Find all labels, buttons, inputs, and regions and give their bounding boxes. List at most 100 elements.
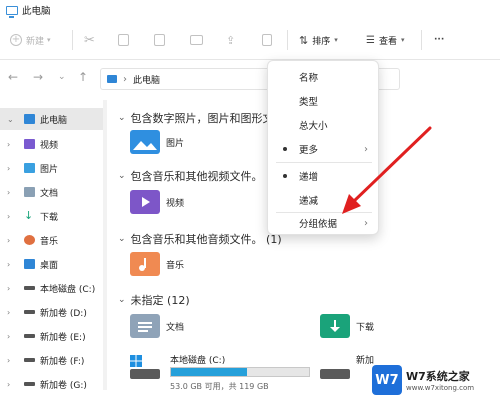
sidebar-item-drive-d[interactable]: › 新加卷 (D:) bbox=[0, 301, 103, 323]
chevron-down-icon: ⌄ bbox=[118, 295, 126, 305]
downloads-folder-icon bbox=[320, 314, 350, 338]
sort-by-type-item[interactable]: 类型 bbox=[268, 89, 380, 113]
sidebar-item-pictures[interactable]: › 图片 bbox=[0, 157, 103, 179]
sidebar-item-label: 视频 bbox=[40, 140, 59, 151]
sidebar-item-label: 新加卷 (G:) bbox=[40, 380, 87, 391]
drive-icon bbox=[24, 310, 35, 314]
sort-by-total-size-item[interactable]: 总大小 bbox=[268, 113, 380, 137]
computer-icon bbox=[6, 5, 18, 18]
computer-icon bbox=[24, 114, 35, 124]
watermark-logo: W7 W7系统之家 www.w7xitong.com bbox=[372, 360, 500, 400]
add-circle-icon: + bbox=[10, 34, 22, 46]
rename-icon bbox=[190, 35, 203, 45]
sort-menu: 名称 类型 总大小 更多 › 递增 递减 分组依据 › bbox=[267, 60, 379, 235]
view-label: 查看 bbox=[378, 36, 397, 47]
menu-item-label: 递减 bbox=[299, 196, 319, 207]
drive-usage-bar bbox=[170, 367, 310, 377]
selected-bullet-icon bbox=[283, 174, 287, 178]
sidebar-item-desktop[interactable]: › 桌面 bbox=[0, 253, 103, 275]
new-button[interactable]: + 新建 ▾ bbox=[10, 31, 51, 49]
group-header-music[interactable]: ⌄ 包含音乐和其他音频文件。 (1) bbox=[118, 231, 282, 247]
folder-label: 视频 bbox=[166, 198, 185, 209]
scissors-icon: ✂ bbox=[84, 32, 95, 48]
sidebar-item-documents[interactable]: › 文档 bbox=[0, 181, 103, 203]
address-row: ← → ⌄ ↑ › 此电脑 bbox=[0, 60, 500, 96]
sidebar-item-drive-f[interactable]: › 新加卷 (F:) bbox=[0, 349, 103, 371]
rename-button[interactable] bbox=[190, 31, 203, 49]
sort-arrows-icon: ⇅ bbox=[299, 33, 309, 47]
share-button[interactable]: ⇪ bbox=[226, 31, 235, 49]
sort-button[interactable]: ⇅ 排序 ▾ bbox=[299, 31, 338, 49]
drive-icon bbox=[24, 358, 35, 362]
picture-icon bbox=[24, 163, 35, 173]
cut-button[interactable]: ✂ bbox=[84, 31, 95, 49]
delete-button[interactable] bbox=[262, 31, 272, 49]
folder-item-music[interactable]: 音乐 bbox=[130, 252, 184, 276]
document-icon bbox=[24, 187, 35, 197]
menu-item-label: 类型 bbox=[299, 97, 319, 108]
toolbar-divider bbox=[421, 30, 422, 50]
drive-icon bbox=[24, 382, 35, 386]
video-icon bbox=[24, 139, 35, 149]
paste-icon bbox=[154, 34, 165, 46]
group-by-item[interactable]: 分组依据 › bbox=[268, 211, 380, 235]
chevron-down-icon: ▾ bbox=[334, 36, 338, 44]
view-list-icon: ☰ bbox=[366, 34, 375, 46]
forward-arrow-icon[interactable]: → bbox=[33, 70, 43, 84]
sidebar-item-this-pc[interactable]: ⌄ 此电脑 bbox=[0, 108, 103, 130]
group-header-label: 包含数字照片，图片和图形文 bbox=[130, 112, 274, 125]
sidebar-item-drive-c[interactable]: › 本地磁盘 (C:) bbox=[0, 277, 103, 299]
view-button[interactable]: ☰ 查看 ▾ bbox=[366, 31, 405, 49]
new-label: 新建 bbox=[26, 36, 45, 47]
folder-label: 图片 bbox=[166, 138, 185, 149]
sort-by-name-item[interactable]: 名称 bbox=[268, 65, 380, 89]
group-header-videos[interactable]: ⌄ 包含音乐和其他视频文件。 bbox=[118, 168, 263, 184]
folder-item-pictures[interactable]: 图片 bbox=[130, 130, 184, 154]
drive-label: 本地磁盘 (C:) bbox=[170, 356, 226, 366]
group-header-unspecified[interactable]: ⌄ 未指定 (12) bbox=[118, 292, 190, 308]
window-title: 此电脑 bbox=[22, 6, 51, 17]
drive-icon bbox=[320, 369, 350, 379]
chevron-right-icon: › bbox=[7, 235, 11, 245]
drive-item-new-volume[interactable]: 新加 bbox=[320, 353, 380, 393]
chevron-right-icon: › bbox=[123, 73, 127, 85]
paste-button[interactable] bbox=[154, 31, 165, 49]
up-arrow-icon[interactable]: ↑ bbox=[78, 70, 88, 84]
chevron-right-icon: › bbox=[7, 259, 11, 269]
sidebar-item-music[interactable]: › 音乐 bbox=[0, 229, 103, 251]
group-header-label: 包含音乐和其他音频文件。 (1) bbox=[130, 233, 282, 246]
group-header-pictures[interactable]: ⌄ 包含数字照片，图片和图形文 bbox=[118, 110, 274, 126]
sidebar-item-label: 音乐 bbox=[40, 236, 59, 247]
more-options-button[interactable]: ··· bbox=[434, 31, 444, 49]
sidebar-item-label: 文档 bbox=[40, 188, 59, 199]
folder-item-downloads[interactable]: 下载 bbox=[320, 314, 374, 338]
group-header-label: 包含音乐和其他视频文件。 bbox=[130, 170, 263, 183]
back-arrow-icon[interactable]: ← bbox=[8, 70, 18, 84]
sort-more-item[interactable]: 更多 › bbox=[268, 137, 380, 161]
sort-descending-item[interactable]: 递减 bbox=[268, 188, 380, 212]
sidebar-item-drive-g[interactable]: › 新加卷 (G:) bbox=[0, 373, 103, 395]
sidebar-item-downloads[interactable]: › ↓ 下载 bbox=[0, 205, 103, 227]
sidebar-item-videos[interactable]: › 视频 bbox=[0, 133, 103, 155]
watermark-title: W7系统之家 bbox=[406, 370, 470, 383]
sort-ascending-item[interactable]: 递增 bbox=[268, 164, 380, 188]
menu-item-label: 名称 bbox=[299, 73, 319, 84]
sidebar-item-label: 桌面 bbox=[40, 260, 59, 271]
sidebar-scrollbar[interactable] bbox=[103, 100, 107, 390]
chevron-down-icon[interactable]: ⌄ bbox=[58, 72, 66, 82]
sidebar-item-drive-e[interactable]: › 新加卷 (E:) bbox=[0, 325, 103, 347]
folder-item-documents[interactable]: 文档 bbox=[130, 314, 184, 338]
chevron-right-icon: › bbox=[7, 283, 11, 293]
pictures-folder-icon bbox=[130, 130, 160, 154]
share-icon: ⇪ bbox=[226, 33, 236, 47]
chevron-right-icon: › bbox=[7, 163, 11, 173]
folder-item-videos[interactable]: 视频 bbox=[130, 190, 184, 214]
menu-item-label: 总大小 bbox=[299, 121, 328, 132]
drive-item-c[interactable]: 本地磁盘 (C:) 53.0 GB 可用，共 119 GB bbox=[130, 353, 310, 393]
chevron-right-icon: › bbox=[364, 143, 368, 155]
sidebar-item-label: 此电脑 bbox=[40, 115, 68, 126]
copy-button[interactable] bbox=[118, 31, 129, 49]
title-bar: 此电脑 bbox=[0, 0, 500, 20]
menu-item-label: 更多 bbox=[299, 145, 319, 156]
sidebar-item-label: 本地磁盘 (C:) bbox=[40, 284, 96, 295]
